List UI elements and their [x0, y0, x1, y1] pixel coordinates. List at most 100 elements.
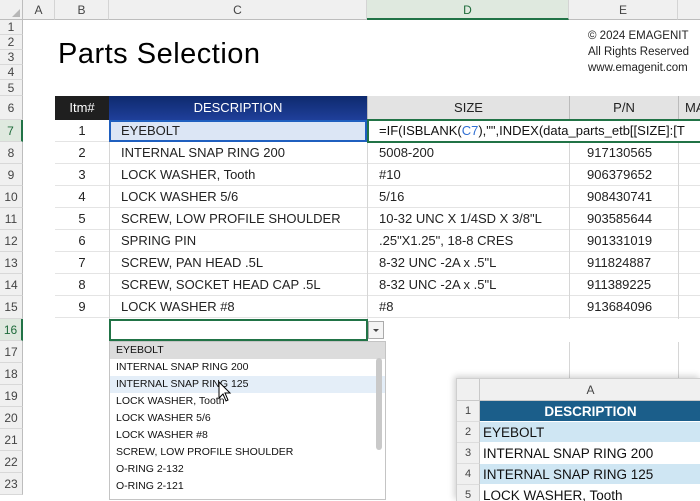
- row-header-3[interactable]: 3: [0, 50, 23, 65]
- row-header-23[interactable]: 23: [0, 473, 23, 495]
- mini-row-value[interactable]: INTERNAL SNAP RING 125: [480, 464, 700, 485]
- size-cell[interactable]: 10-32 UNC X 1/4SD X 3/8"L: [379, 208, 569, 230]
- dropdown-item[interactable]: EYEBOLT: [110, 342, 385, 359]
- data-sheet-preview: A 1 DESCRIPTION 2 EYEBOLT 3 INTERNAL SNAP RIN…: [456, 378, 700, 501]
- size-cell[interactable]: 8-32 UNC -2A x .5"L: [379, 252, 569, 274]
- part-number-cell[interactable]: 913684096: [587, 296, 687, 318]
- formula-reference: C7: [461, 123, 479, 138]
- mouse-pointer-icon: [218, 381, 232, 402]
- dropdown-list[interactable]: EYEBOLT INTERNAL SNAP RING 200 INTERNAL SN…: [109, 341, 386, 500]
- row-header-14[interactable]: 14: [0, 274, 23, 296]
- dropdown-item[interactable]: INTERNAL SNAP RING 125: [110, 376, 385, 393]
- column-header-f[interactable]: [678, 0, 700, 20]
- description-cell[interactable]: SCREW, LOW PROFILE SHOULDER: [121, 208, 367, 230]
- description-cell[interactable]: EYEBOLT: [121, 120, 180, 142]
- row-header-11[interactable]: 11: [0, 208, 23, 230]
- column-divider: [367, 120, 368, 319]
- item-number-cell[interactable]: 4: [55, 186, 109, 208]
- item-number-cell[interactable]: 7: [55, 252, 109, 274]
- header-size: SIZE: [367, 96, 569, 120]
- row-header-18[interactable]: 18: [0, 363, 23, 385]
- item-number-cell[interactable]: 6: [55, 230, 109, 252]
- formula-editor[interactable]: =IF(ISBLANK(C7),"",INDEX(data_parts_etb[…: [379, 120, 700, 142]
- description-cell[interactable]: SCREW, SOCKET HEAD CAP .5L: [121, 274, 367, 296]
- row-header-5[interactable]: 5: [0, 80, 23, 96]
- row-header-6[interactable]: 6: [0, 96, 23, 120]
- part-number-cell[interactable]: 911389225: [587, 274, 687, 296]
- item-number-cell[interactable]: 5: [55, 208, 109, 230]
- dropdown-button[interactable]: [368, 321, 384, 339]
- dropdown-item[interactable]: LOCK WASHER 5/6: [110, 410, 385, 427]
- select-all-corner[interactable]: [0, 0, 23, 20]
- size-cell[interactable]: #10: [379, 164, 569, 186]
- mini-column-header[interactable]: A: [480, 379, 700, 401]
- dropdown-item[interactable]: SCREW, LOW PROFILE SHOULDER: [110, 444, 385, 461]
- dropdown-items: EYEBOLT INTERNAL SNAP RING 200 INTERNAL SN…: [110, 342, 385, 495]
- part-number-cell[interactable]: 901331019: [587, 230, 687, 252]
- item-number-cell[interactable]: 3: [55, 164, 109, 186]
- row-header-13[interactable]: 13: [0, 252, 23, 274]
- row-header-4[interactable]: 4: [0, 65, 23, 80]
- row-header-1[interactable]: 1: [0, 20, 23, 35]
- column-header-a[interactable]: A: [23, 0, 55, 20]
- row-header-19[interactable]: 19: [0, 385, 23, 407]
- row-header-20[interactable]: 20: [0, 407, 23, 429]
- row-header-8[interactable]: 8: [0, 142, 23, 164]
- mini-row-header[interactable]: 2: [457, 422, 480, 443]
- dropdown-item[interactable]: INTERNAL SNAP RING 200: [110, 359, 385, 376]
- row-header-21[interactable]: 21: [0, 429, 23, 451]
- mini-row-header[interactable]: 1: [457, 401, 480, 422]
- item-number-cell[interactable]: 1: [55, 120, 109, 142]
- size-cell[interactable]: 5008-200: [379, 142, 569, 164]
- row-header-12[interactable]: 12: [0, 230, 23, 252]
- row-header-15[interactable]: 15: [0, 296, 23, 319]
- page-title: Parts Selection: [58, 38, 261, 70]
- dropdown-item[interactable]: LOCK WASHER #8: [110, 427, 385, 444]
- part-number-cell[interactable]: 908430741: [587, 186, 687, 208]
- mini-row-value[interactable]: INTERNAL SNAP RING 200: [480, 443, 700, 464]
- grid-line: [678, 342, 679, 378]
- part-number-cell[interactable]: 911824887: [587, 252, 687, 274]
- size-cell[interactable]: 8-32 UNC -2A x .5"L: [379, 274, 569, 296]
- size-cell[interactable]: #8: [379, 296, 569, 318]
- mini-row-header[interactable]: 4: [457, 464, 480, 485]
- item-number-cell[interactable]: 2: [55, 142, 109, 164]
- column-header-b[interactable]: B: [55, 0, 109, 20]
- dropdown-item[interactable]: O-RING 2-132: [110, 461, 385, 478]
- description-cell[interactable]: LOCK WASHER 5/6: [121, 186, 367, 208]
- column-header-c[interactable]: C: [109, 0, 367, 20]
- part-number-cell[interactable]: 903585644: [587, 208, 687, 230]
- row-divider: [55, 317, 700, 318]
- header-more: MA: [678, 96, 700, 120]
- column-header-d[interactable]: D: [367, 0, 569, 20]
- description-cell[interactable]: INTERNAL SNAP RING 200: [121, 142, 367, 164]
- size-cell[interactable]: 5/16: [379, 186, 569, 208]
- column-header-e[interactable]: E: [569, 0, 678, 20]
- row-header-16[interactable]: 16: [0, 319, 23, 341]
- row-header-17[interactable]: 17: [0, 341, 23, 363]
- description-cell[interactable]: LOCK WASHER, Tooth: [121, 164, 367, 186]
- description-cell[interactable]: SCREW, PAN HEAD .5L: [121, 252, 367, 274]
- part-number-cell[interactable]: 906379652: [587, 164, 687, 186]
- mini-row-value[interactable]: EYEBOLT: [480, 422, 700, 443]
- part-number-cell[interactable]: 917130565: [587, 142, 687, 164]
- description-cell[interactable]: LOCK WASHER #8: [121, 296, 367, 318]
- row-header-9[interactable]: 9: [0, 164, 23, 186]
- mini-header-description[interactable]: DESCRIPTION: [480, 401, 700, 422]
- description-cell[interactable]: SPRING PIN: [121, 230, 367, 252]
- header-item-number: Itm#: [55, 96, 109, 120]
- mini-row-header[interactable]: 5: [457, 485, 480, 501]
- dropdown-scrollbar[interactable]: [376, 358, 382, 450]
- mini-row-value[interactable]: LOCK WASHER, Tooth: [480, 485, 700, 501]
- dropdown-item[interactable]: LOCK WASHER, Tooth: [110, 393, 385, 410]
- row-header-10[interactable]: 10: [0, 186, 23, 208]
- selected-cell-c16[interactable]: [109, 319, 368, 341]
- row-header-22[interactable]: 22: [0, 451, 23, 473]
- item-number-cell[interactable]: 9: [55, 296, 109, 318]
- row-header-7[interactable]: 7: [0, 120, 23, 142]
- row-header-2[interactable]: 2: [0, 35, 23, 50]
- mini-row-header[interactable]: 3: [457, 443, 480, 464]
- dropdown-item[interactable]: O-RING 2-121: [110, 478, 385, 495]
- size-cell[interactable]: .25"X1.25", 18-8 CRES: [379, 230, 569, 252]
- item-number-cell[interactable]: 8: [55, 274, 109, 296]
